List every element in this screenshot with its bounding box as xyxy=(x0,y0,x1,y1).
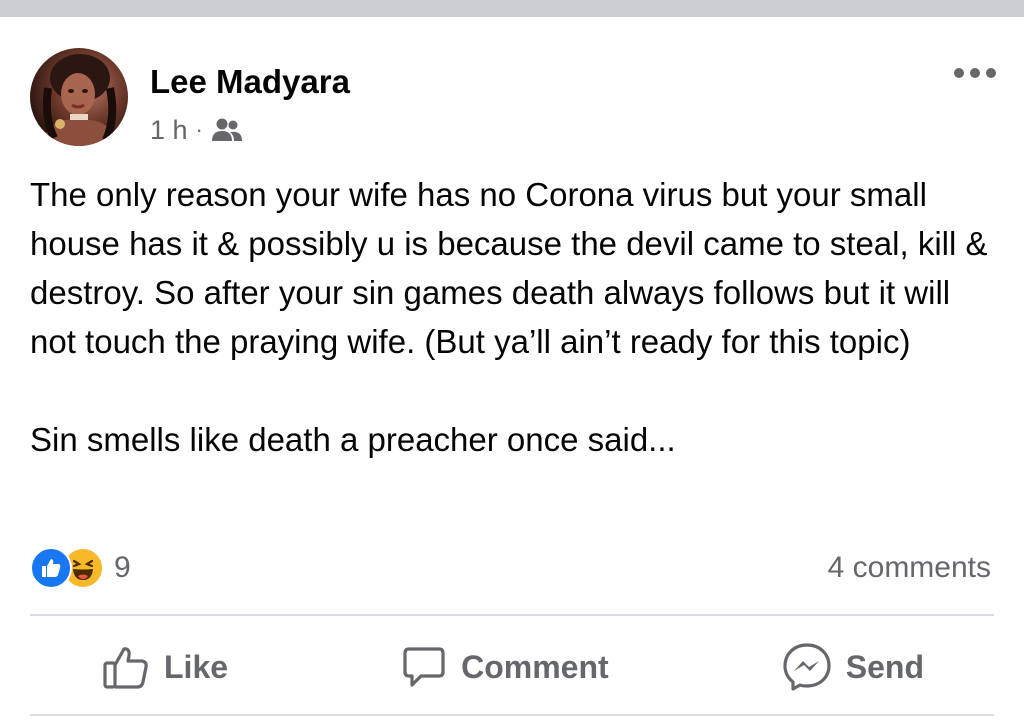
send-button[interactable]: Send xyxy=(782,642,924,692)
top-status-bar xyxy=(0,0,1024,17)
comment-icon xyxy=(403,647,445,687)
like-label: Like xyxy=(164,648,229,685)
reaction-count: 9 xyxy=(114,551,131,584)
avatar[interactable] xyxy=(30,48,128,146)
comment-label: Comment xyxy=(461,648,609,685)
post-actions-bar: Like Comment Send xyxy=(30,630,994,704)
post-time[interactable]: 1 h xyxy=(150,115,188,146)
messenger-icon xyxy=(783,643,831,691)
comments-count[interactable]: 4 comments xyxy=(828,548,991,588)
like-reaction-icon xyxy=(30,547,72,589)
reactions-summary[interactable]: 9 xyxy=(30,547,131,589)
post-meta: 1 h · xyxy=(150,113,243,147)
send-label: Send xyxy=(845,648,924,685)
post-paragraph: Sin smells like death a preacher once sa… xyxy=(30,421,676,458)
like-icon xyxy=(103,647,148,689)
post-body: The only reason your wife has no Corona … xyxy=(30,170,990,464)
author-name[interactable]: Lee Madyara xyxy=(150,63,350,101)
meta-separator: · xyxy=(195,117,203,142)
friends-icon[interactable] xyxy=(211,117,243,143)
divider xyxy=(30,614,994,616)
post-paragraph: The only reason your wife has no Corona … xyxy=(30,176,988,360)
more-horizontal-icon[interactable] xyxy=(950,58,1000,88)
comment-button[interactable]: Comment xyxy=(401,644,609,690)
avatar-photo xyxy=(40,54,120,146)
divider xyxy=(30,714,994,716)
like-button[interactable]: Like xyxy=(102,644,228,690)
